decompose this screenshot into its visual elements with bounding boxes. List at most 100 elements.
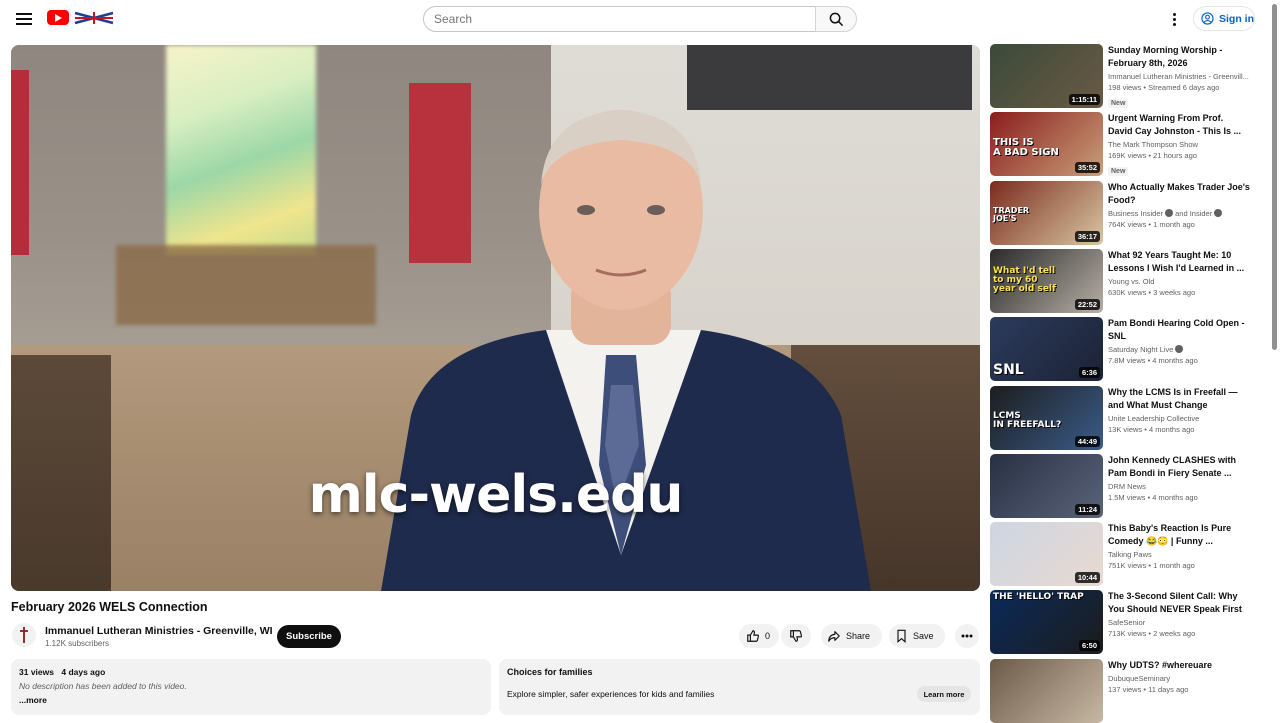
video-thumbnail[interactable]: 10:44: [990, 522, 1103, 587]
search-icon: [829, 12, 843, 26]
recommended-video[interactable]: THE 'HELLO' TRAP 6:50 The 3-Second Silent …: [990, 590, 1268, 655]
channel-label: Saturday Night Live: [1108, 345, 1174, 355]
recommended-video[interactable]: 1:15:11 Sunday Morning Worship - February…: [990, 44, 1268, 108]
thumbs-up-icon: [747, 630, 759, 642]
thumbnail-text: LCMS IN FREEFALL?: [993, 410, 1062, 430]
recommended-channel-name[interactable]: Business Insider and Insider: [1108, 208, 1250, 218]
recommended-video-title[interactable]: Who Actually Makes Trader Joe's Food?: [1108, 181, 1250, 207]
recommended-channel-name[interactable]: Unite Leadership Collective: [1108, 414, 1250, 423]
search-input[interactable]: Search: [423, 6, 816, 32]
recommended-video[interactable]: SNL 6:36 Pam Bondi Hearing Cold Open - SNL…: [990, 317, 1268, 382]
show-more-link[interactable]: ...more: [19, 695, 483, 705]
video-duration: 35:52: [1074, 162, 1100, 174]
channel-avatar[interactable]: [12, 623, 36, 647]
thumbs-down-icon: [790, 630, 802, 642]
account-icon: [1201, 12, 1214, 25]
recommended-channel-name[interactable]: DubuqueSeminary: [1108, 674, 1250, 683]
channel-label: Young vs. Old: [1108, 276, 1155, 286]
video-info: This Baby's Reaction Is Pure Comedy 😂😳 |…: [1108, 522, 1250, 570]
more-actions-button[interactable]: [955, 624, 979, 648]
sign-in-label: Sign in: [1219, 12, 1254, 25]
sign-in-button[interactable]: Sign in: [1193, 6, 1255, 31]
recommended-video-title[interactable]: Pam Bondi Hearing Cold Open - SNL: [1108, 317, 1250, 343]
share-icon: [828, 631, 840, 642]
recommended-video-title[interactable]: Sunday Morning Worship - February 8th, 2…: [1108, 44, 1250, 70]
description-box[interactable]: 31 views 4 days ago No description has b…: [11, 659, 491, 715]
page-scrollbar[interactable]: [1272, 4, 1277, 350]
video-duration: 1:15:11: [1068, 94, 1100, 105]
recommended-video[interactable]: What I'd tell to my 60 year old self 22:5…: [990, 248, 1268, 313]
recommended-video[interactable]: THIS IS A BAD SIGN 35:52 Urgent Warning Fr…: [990, 112, 1268, 178]
thumbnail-text: What I'd tell to my 60 year old self: [993, 265, 1056, 294]
channel-name[interactable]: Immanuel Lutheran Ministries - Greenvill…: [45, 625, 273, 637]
save-button[interactable]: Save: [889, 624, 945, 648]
video-info: Pam Bondi Hearing Cold Open - SNL Saturda…: [1108, 317, 1250, 365]
search-button[interactable]: [815, 6, 857, 32]
video-thumbnail[interactable]: LCMS IN FREEFALL? 44:49: [990, 385, 1103, 450]
recommended-video-meta: 137 views • 11 days ago: [1108, 684, 1189, 694]
recommended-video-title[interactable]: What 92 Years Taught Me: 10 Lessons I Wi…: [1108, 249, 1250, 275]
recommended-channel-name[interactable]: Talking Paws: [1108, 550, 1250, 559]
recommended-channel-name[interactable]: Immanuel Lutheran Ministries - Greenvill…: [1108, 72, 1250, 81]
recommended-channel-name[interactable]: Saturday Night Live: [1108, 345, 1250, 354]
recommended-channel-name[interactable]: SafeSenior: [1108, 618, 1250, 627]
recommended-channel-name[interactable]: DRM News: [1108, 482, 1250, 491]
recommended-video-title[interactable]: Why UDTS? #whereuare: [1108, 659, 1250, 672]
recommended-video[interactable]: TRADER JOE'S 36:17 Who Actually Makes Trad…: [990, 180, 1268, 245]
thumbnail-text: SNL: [993, 362, 1024, 379]
verified-icon: [1175, 345, 1184, 354]
video-duration: 6:36: [1078, 367, 1100, 379]
video-info: John Kennedy CLASHES with Pam Bondi in F…: [1108, 454, 1250, 502]
like-count: 0: [765, 631, 771, 641]
video-thumbnail[interactable]: THIS IS A BAD SIGN 35:52: [990, 112, 1103, 177]
menu-icon[interactable]: [14, 9, 34, 29]
video-thumbnail[interactable]: THE 'HELLO' TRAP 6:50: [990, 590, 1103, 655]
stained-glass-window: [166, 45, 316, 255]
red-banner-left: [11, 70, 29, 255]
save-label: Save: [913, 631, 934, 641]
video-thumbnail[interactable]: 1:15:11: [990, 44, 1103, 108]
recommended-channel-name[interactable]: The Mark Thompson Show: [1108, 140, 1250, 149]
altar: [116, 245, 376, 325]
recommended-video-meta: 1.5M views • 4 months ago: [1108, 492, 1198, 502]
like-button[interactable]: 0: [739, 624, 779, 648]
video-player[interactable]: mlc-wels.edu: [11, 45, 980, 591]
upload-date: 4 days ago: [61, 667, 106, 677]
channel-label: The Mark Thompson Show: [1108, 140, 1198, 150]
video-thumbnail[interactable]: SNL 6:36: [990, 317, 1103, 382]
subscribe-button[interactable]: Subscribe: [277, 625, 341, 648]
view-count: 31 views: [19, 667, 54, 677]
video-thumbnail[interactable]: What I'd tell to my 60 year old self 22:5…: [990, 248, 1103, 313]
verified-icon: [1165, 208, 1174, 217]
settings-menu-button[interactable]: [1166, 9, 1182, 29]
youtube-play-icon: [47, 10, 69, 25]
recommended-video[interactable]: LCMS IN FREEFALL? 44:49 Why the LCMS Is in…: [990, 385, 1268, 450]
video-info: Urgent Warning From Prof. David Cay John…: [1108, 112, 1250, 178]
youtube-logo[interactable]: [47, 10, 115, 25]
recommended-video-title[interactable]: Why the LCMS Is in Freefall — and What M…: [1108, 386, 1250, 412]
video-thumbnail[interactable]: 11:24: [990, 453, 1103, 518]
families-text: Explore simpler, safer experiences for k…: [507, 689, 715, 699]
share-button[interactable]: Share: [821, 624, 882, 648]
video-thumbnail[interactable]: TRADER JOE'S 36:17: [990, 180, 1103, 245]
video-info: Why UDTS? #whereuare DubuqueSeminary 137 v…: [1108, 659, 1250, 694]
verified-icon: [1214, 208, 1223, 217]
learn-more-button[interactable]: Learn more: [917, 686, 971, 702]
recommended-video-title[interactable]: John Kennedy CLASHES with Pam Bondi in F…: [1108, 454, 1250, 480]
families-heading: Choices for families: [507, 667, 593, 677]
recommended-video[interactable]: 10:44 This Baby's Reaction Is Pure Comedy…: [990, 522, 1268, 587]
recommended-video-title[interactable]: This Baby's Reaction Is Pure Comedy 😂😳 |…: [1108, 522, 1250, 548]
video-info: The 3-Second Silent Call: Why You Should…: [1108, 590, 1250, 638]
recommended-video-title[interactable]: The 3-Second Silent Call: Why You Should…: [1108, 590, 1250, 616]
recommended-channel-name[interactable]: Young vs. Old: [1108, 277, 1250, 286]
video-duration: 11:24: [1075, 503, 1100, 515]
recommended-video[interactable]: 11:24 John Kennedy CLASHES with Pam Bondi…: [990, 453, 1268, 518]
video-duration: 6:50: [1078, 640, 1100, 652]
video-duration: 22:52: [1074, 298, 1100, 310]
recommended-video-meta: 751K views • 1 month ago: [1108, 561, 1195, 571]
dislike-button[interactable]: [781, 624, 811, 648]
recommended-video-title[interactable]: Urgent Warning From Prof. David Cay John…: [1108, 112, 1250, 138]
video-duration: 44:49: [1074, 435, 1100, 447]
recommended-video[interactable]: Why UDTS? #whereuare DubuqueSeminary 137 v…: [990, 658, 1268, 723]
video-thumbnail[interactable]: [990, 658, 1103, 723]
